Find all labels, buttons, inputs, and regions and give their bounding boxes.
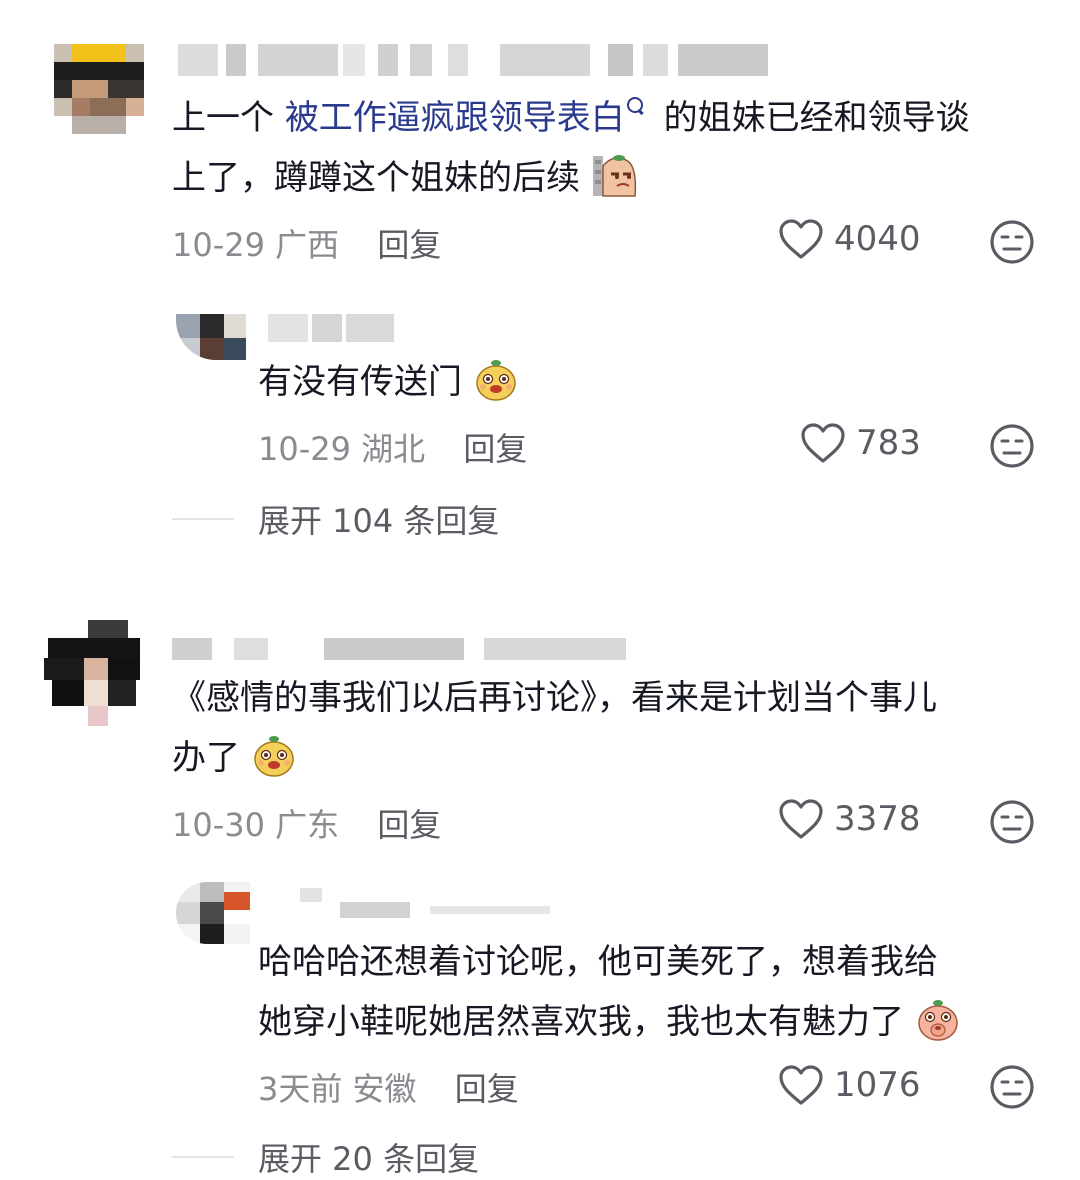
reply-text: 有没有传送门 (258, 352, 519, 412)
reply-2: 哈哈哈还想着讨论呢，他可美死了，想着我给 她穿小鞋呢她居然喜欢我，我也太有魅力了… (0, 870, 1080, 1178)
reply-button[interactable]: 回复 (377, 806, 441, 844)
comment-text: 上一个 被工作逼疯跟领导表白 的姐妹已经和领导谈 (172, 88, 970, 148)
like-button[interactable]: 3378 (778, 798, 921, 840)
like-button[interactable]: 783 (800, 422, 921, 464)
dog-side-eye-emoji (592, 154, 636, 197)
like-button[interactable]: 4040 (778, 218, 921, 260)
comment-text-line2: 上了，蹲蹲这个姐妹的后续 (172, 148, 639, 208)
reply-button[interactable]: 回复 (455, 1070, 519, 1108)
dislike-face-icon[interactable] (989, 423, 1035, 469)
pink-mascot-emoji (918, 999, 958, 1041)
like-count: 1076 (834, 1065, 921, 1105)
comment-location: 广西 (275, 226, 340, 264)
like-count: 4040 (834, 219, 921, 259)
reply-text-content: 有没有传送门 (258, 362, 462, 402)
divider-line (172, 1156, 234, 1158)
divider-line (172, 518, 234, 520)
username-blurred[interactable] (268, 314, 398, 342)
reply-meta: 3天前 安徽 回复 (258, 1064, 519, 1110)
comment-2: 《感情的事我们以后再讨论》，看来是计划当个事儿 办了 10-30 广东 回复 3… (0, 600, 1080, 870)
comment-date: 10-30 (172, 806, 265, 844)
heart-icon (779, 219, 823, 259)
comment-text: 《感情的事我们以后再讨论》，看来是计划当个事儿 (172, 668, 937, 728)
reply-text: 哈哈哈还想着讨论呢，他可美死了，想着我给 (258, 932, 938, 992)
search-icon (626, 97, 643, 113)
reply-1: 有没有传送门 10-29 湖北 回复 783 展开 104 条回复 (0, 300, 1080, 550)
heart-icon (779, 1065, 823, 1105)
avatar[interactable] (176, 314, 246, 360)
avatar[interactable] (54, 44, 144, 134)
reply-location: 湖北 (361, 430, 426, 468)
comment-meta: 10-29 广西 回复 (172, 220, 441, 266)
comment-text-line2-content: 上了，蹲蹲这个姐妹的后续 (172, 158, 580, 198)
reply-text-line2: 她穿小鞋呢她居然喜欢我，我也太有魅力了 (258, 992, 961, 1052)
comment-text-prefix: 上一个 (172, 98, 285, 138)
comment-text-content: 《感情的事我们以后再讨论》，看来是计划当个事儿 (172, 678, 937, 718)
avatar[interactable] (176, 882, 250, 944)
comment-text-suffix: 的姐妹已经和领导谈 (652, 98, 970, 138)
comment-text-line2-content: 办了 (172, 738, 240, 778)
expand-replies-label: 展开 104 条回复 (258, 502, 500, 540)
dislike-face-icon[interactable] (989, 799, 1035, 845)
like-count: 783 (856, 423, 921, 463)
comment-location: 广东 (275, 806, 340, 844)
reply-location: 安徽 (352, 1070, 417, 1108)
username-blurred[interactable] (172, 638, 632, 660)
dislike-face-icon[interactable] (989, 219, 1035, 265)
avatar[interactable] (44, 618, 140, 726)
comment-1: 上一个 被工作逼疯跟领导表白 的姐妹已经和领导谈 上了，蹲蹲这个姐妹的后续 10… (0, 0, 1080, 300)
search-link[interactable]: 被工作逼疯跟领导表白 (285, 98, 625, 138)
heart-icon (801, 423, 845, 463)
reply-date: 3天前 (258, 1070, 343, 1108)
yellow-mascot-emoji (254, 735, 294, 777)
reply-button[interactable]: 回复 (463, 430, 527, 468)
yellow-mascot-emoji (476, 359, 516, 401)
heart-icon (779, 799, 823, 839)
expand-replies-button[interactable]: 展开 104 条回复 (172, 496, 499, 542)
expand-replies-button[interactable]: 展开 20 条回复 (172, 1134, 479, 1180)
comment-text-line2: 办了 (172, 728, 297, 788)
dislike-face-icon[interactable] (989, 1064, 1035, 1110)
comment-meta: 10-30 广东 回复 (172, 800, 441, 846)
like-count: 3378 (834, 799, 921, 839)
reply-text-line2-content: 她穿小鞋呢她居然喜欢我，我也太有魅力了 (258, 1002, 904, 1042)
expand-replies-label: 展开 20 条回复 (258, 1140, 480, 1178)
username-blurred[interactable] (178, 44, 778, 76)
reply-button[interactable]: 回复 (377, 226, 441, 264)
like-button[interactable]: 1076 (778, 1064, 921, 1106)
username-blurred[interactable] (300, 888, 560, 918)
reply-date: 10-29 (258, 430, 351, 468)
reply-text-content: 哈哈哈还想着讨论呢，他可美死了，想着我给 (258, 942, 938, 982)
comment-date: 10-29 (172, 226, 265, 264)
reply-meta: 10-29 湖北 回复 (258, 424, 527, 470)
